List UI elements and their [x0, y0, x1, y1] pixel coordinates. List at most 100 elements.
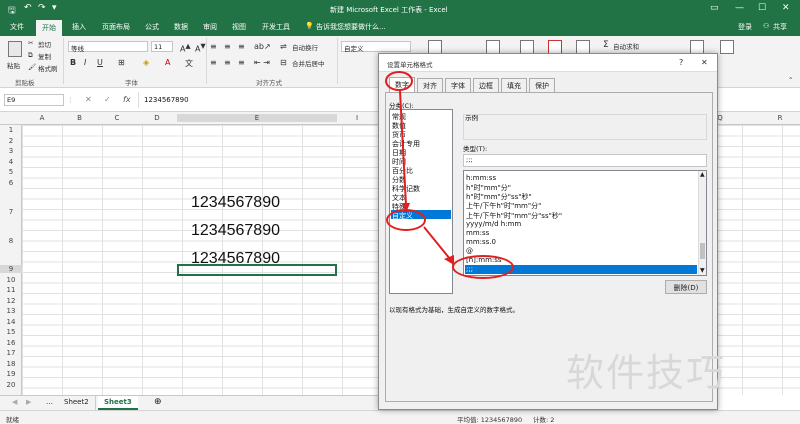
copy-button[interactable]: 复制 [38, 51, 51, 61]
paste-button[interactable]: 粘贴 [7, 60, 20, 70]
autosum-icon[interactable]: Σ [603, 40, 609, 50]
column-header-r[interactable]: R [760, 114, 800, 122]
sheet-tab-sheet2[interactable]: Sheet2 [58, 396, 96, 410]
paste-icon[interactable] [8, 41, 22, 57]
wrap-text-button[interactable]: 自动换行 [292, 42, 318, 52]
align-center-icon[interactable]: ≡ [224, 58, 231, 67]
tell-me-box[interactable]: 告诉我您想要做什么... [316, 22, 386, 32]
tab-developer[interactable]: 开发工具 [262, 22, 290, 32]
align-middle-icon[interactable]: ≡ [224, 42, 231, 51]
underline-icon[interactable]: U [97, 58, 103, 67]
column-header-b[interactable]: B [62, 114, 97, 122]
conditional-format-icon[interactable] [428, 40, 442, 54]
row-header[interactable]: 6 [0, 179, 22, 187]
formula-input[interactable]: 1234567890 [144, 96, 189, 104]
tab-home[interactable]: 开始 [36, 20, 62, 36]
more-sheets-icon[interactable]: … [40, 396, 59, 410]
insert-function-icon[interactable]: fx [123, 95, 131, 104]
align-bottom-icon[interactable]: ≡ [238, 42, 245, 51]
undo-icon[interactable]: ↶ [24, 3, 32, 13]
column-header-e[interactable]: E [177, 114, 337, 122]
column-header-c[interactable]: C [97, 114, 137, 122]
delete-cells-icon[interactable] [548, 40, 562, 54]
collapse-ribbon-icon[interactable]: ⌃ [788, 76, 793, 84]
tab-data[interactable]: 数据 [174, 22, 188, 32]
autosum-button[interactable]: 自动求和 [613, 41, 639, 51]
scroll-down-icon[interactable]: ▼ [700, 267, 705, 274]
enter-icon[interactable]: ✓ [104, 95, 111, 104]
insert-cells-icon[interactable] [520, 40, 534, 54]
next-sheet-icon[interactable]: ▶ [20, 396, 37, 410]
align-right-icon[interactable]: ≡ [238, 58, 245, 67]
save-icon[interactable]: 🖫 [8, 3, 16, 19]
row-header[interactable]: 10 [0, 276, 22, 284]
type-list-scrollbar[interactable]: ▲ ▼ [698, 171, 706, 275]
cell-e7[interactable]: 1234567890 [191, 194, 280, 212]
font-color-icon[interactable]: A [165, 58, 170, 67]
shrink-font-icon[interactable]: A▼ [195, 42, 206, 54]
row-header[interactable]: 9 [0, 265, 22, 273]
row-header[interactable]: 2 [0, 137, 22, 145]
merge-center-button[interactable]: 合并后居中 [292, 58, 325, 68]
share-button[interactable]: 共享 [773, 22, 787, 32]
scroll-up-icon[interactable]: ▲ [700, 171, 705, 178]
tab-file[interactable]: 文件 [10, 22, 24, 32]
merge-icon[interactable]: ⊟ [280, 58, 287, 67]
align-left-icon[interactable]: ≡ [210, 58, 217, 67]
wrap-text-icon[interactable]: ⇌ [280, 42, 287, 51]
orientation-icon[interactable]: ab↗ [254, 42, 271, 51]
cancel-icon[interactable]: ✕ [85, 95, 92, 104]
share-icon[interactable]: ⚇ [763, 22, 769, 30]
row-header[interactable]: 17 [0, 349, 22, 357]
maximize-icon[interactable]: ☐ [758, 3, 766, 13]
ribbon-display-icon[interactable]: ▭ [710, 3, 719, 13]
fill-color-icon[interactable]: ◈ [143, 58, 149, 67]
copy-icon[interactable]: ⧉ [28, 51, 33, 60]
redo-icon[interactable]: ↷ [38, 3, 46, 13]
format-painter-icon[interactable]: 🖌 [28, 63, 36, 71]
row-header[interactable]: 12 [0, 297, 22, 305]
font-size-select[interactable]: 11 [151, 41, 173, 52]
column-header-d[interactable]: D [137, 114, 177, 122]
row-header[interactable]: 20 [0, 381, 22, 389]
customize-icon[interactable]: ▾ [52, 3, 57, 13]
row-header[interactable]: 16 [0, 339, 22, 347]
cut-icon[interactable]: ✂ [28, 39, 33, 47]
minimize-icon[interactable]: — [735, 3, 744, 13]
dialog-tab-fill[interactable]: 填充 [501, 78, 527, 92]
cell-e8[interactable]: 1234567890 [191, 222, 280, 240]
tab-formulas[interactable]: 公式 [145, 22, 159, 32]
bold-icon[interactable]: B [70, 58, 76, 67]
dialog-tab-protection[interactable]: 保护 [529, 78, 555, 92]
font-name-select[interactable]: 等线 [68, 41, 148, 53]
row-header[interactable]: 14 [0, 318, 22, 326]
row-header[interactable]: 13 [0, 307, 22, 315]
row-header[interactable]: 15 [0, 328, 22, 336]
tab-view[interactable]: 视图 [232, 22, 246, 32]
find-select-icon[interactable] [720, 40, 734, 54]
row-header[interactable]: 19 [0, 370, 22, 378]
row-header[interactable]: 5 [0, 168, 22, 176]
name-box[interactable]: E9 [4, 94, 64, 106]
align-top-icon[interactable]: ≡ [210, 42, 217, 51]
column-header-i[interactable]: I [337, 114, 377, 122]
dialog-close-icon[interactable]: ✕ [701, 58, 708, 67]
column-header-a[interactable]: A [22, 114, 62, 122]
italic-icon[interactable]: I [84, 58, 86, 67]
sign-in-link[interactable]: 登录 [738, 22, 752, 32]
cell-e9[interactable]: 1234567890 [191, 250, 280, 268]
indent-icon[interactable]: ⇤ ⇥ [254, 58, 270, 67]
add-sheet-icon[interactable]: ⊕ [148, 395, 168, 409]
close-icon[interactable]: ✕ [782, 3, 790, 13]
help-icon[interactable]: ? [679, 58, 683, 67]
format-painter-button[interactable]: 格式刷 [38, 63, 58, 73]
row-header[interactable]: 8 [0, 237, 22, 245]
phonetic-icon[interactable]: 文 [185, 58, 193, 69]
scroll-thumb[interactable] [700, 243, 705, 259]
row-header[interactable]: 11 [0, 286, 22, 294]
row-header[interactable]: 18 [0, 360, 22, 368]
row-header[interactable]: 7 [0, 208, 22, 216]
tab-review[interactable]: 审阅 [203, 22, 217, 32]
tab-insert[interactable]: 插入 [72, 22, 86, 32]
row-header[interactable]: 3 [0, 147, 22, 155]
